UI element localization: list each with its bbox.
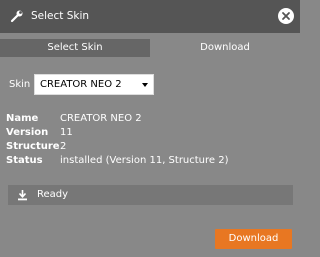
close-button[interactable] [278, 8, 294, 24]
status-text: Ready [37, 189, 69, 200]
dropdown-arrow-icon [142, 83, 148, 87]
name-value: CREATOR NEO 2 [60, 113, 142, 124]
structure-label: Structure [6, 141, 60, 152]
window-title: Select Skin [31, 10, 90, 22]
tab-bar: Select Skin Download [0, 39, 300, 57]
version-label: Version [6, 127, 49, 138]
version-value: 11 [60, 127, 73, 138]
tab-download[interactable]: Download [150, 39, 300, 57]
tab-select-skin[interactable]: Select Skin [0, 39, 150, 57]
skin-dropdown[interactable]: CREATOR NEO 2 [34, 74, 154, 95]
wrench-icon [10, 10, 23, 23]
status-bar: Ready [8, 185, 293, 205]
title-bar: Select Skin [0, 0, 300, 33]
structure-value: 2 [60, 141, 67, 152]
status-value: installed (Version 11, Structure 2) [60, 155, 229, 166]
status-label: Status [6, 155, 43, 166]
name-label: Name [6, 113, 39, 124]
skin-dropdown-value: CREATOR NEO 2 [40, 79, 122, 90]
skin-label: Skin [9, 79, 31, 90]
download-button[interactable]: Download [215, 229, 292, 249]
close-icon [282, 12, 290, 20]
download-icon [18, 190, 27, 201]
